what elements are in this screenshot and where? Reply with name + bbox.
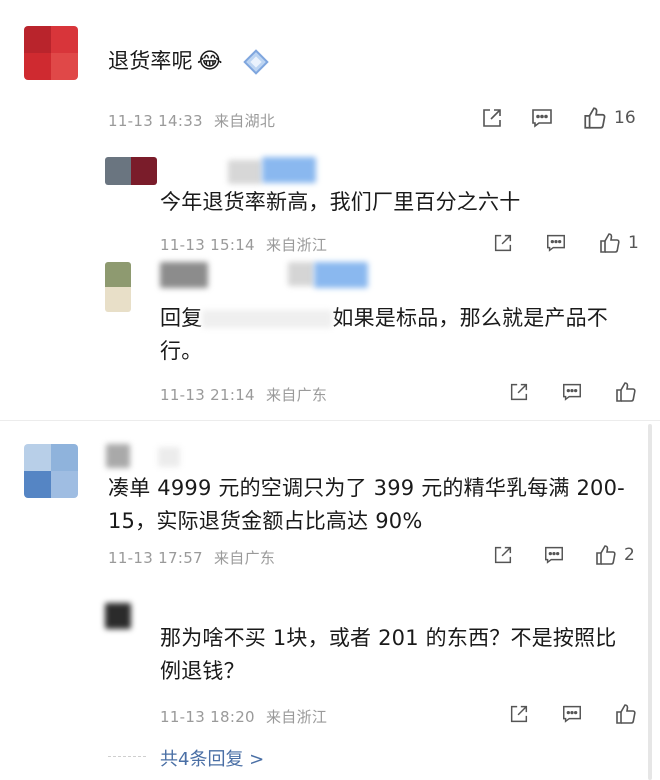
- reply-location: 来自浙江: [265, 708, 328, 726]
- comment-button[interactable]: [561, 381, 583, 403]
- comment-button[interactable]: [530, 106, 554, 130]
- share-icon: [494, 546, 512, 564]
- mention-redacted: [202, 310, 333, 328]
- username-redacted: [228, 160, 262, 184]
- comment-button[interactable]: [545, 232, 567, 254]
- comment-button[interactable]: [543, 544, 565, 566]
- share-button[interactable]: [492, 232, 514, 254]
- avatar[interactable]: [105, 262, 131, 312]
- comment-button[interactable]: [561, 703, 583, 725]
- comment-actions: 16: [480, 105, 636, 131]
- share-button[interactable]: [508, 381, 530, 403]
- comment-icon: [545, 546, 563, 564]
- reply-text: 那为啥不买 1块，或者 201 的东西？不是按照比例退钱？: [160, 626, 617, 683]
- username-redacted: [158, 447, 180, 467]
- reply-actions: [508, 702, 638, 726]
- share-icon: [483, 109, 501, 127]
- sticker-diamond-icon: [241, 47, 271, 77]
- like-count: 1: [628, 233, 639, 253]
- view-more-replies-link[interactable]: 共4条回复 >: [160, 745, 264, 771]
- thumb-up-icon: [584, 107, 606, 129]
- username-redacted: [288, 262, 314, 286]
- thumb-up-icon: [596, 545, 616, 565]
- share-button[interactable]: [508, 703, 530, 725]
- reply-text: 今年退货率新高，我们厂里百分之六十: [160, 190, 521, 214]
- comment-icon: [547, 234, 565, 252]
- comment-text: 凑单 4999 元的空调只为了 399 元的精华乳每满 200-15，实际退货金…: [108, 476, 625, 533]
- like-count: 16: [614, 108, 636, 128]
- like-button[interactable]: 16: [582, 105, 636, 131]
- comment-time: 11-13 14:33: [108, 112, 203, 130]
- reply-time: 11-13 15:14: [160, 236, 255, 254]
- share-icon: [494, 234, 512, 252]
- reply-meta: 11-13 21:14 来自广东: [160, 384, 327, 405]
- reply-time: 11-13 18:20: [160, 708, 255, 726]
- comment-body: 退货率呢: [108, 49, 193, 73]
- username-redacted: [314, 262, 368, 288]
- username-redacted: [160, 262, 208, 288]
- reply-meta: 11-13 18:20 来自浙江: [160, 706, 327, 727]
- reply-actions: 1: [492, 231, 639, 255]
- reply-location: 来自广东: [265, 386, 328, 404]
- like-button[interactable]: 1: [598, 231, 639, 255]
- reply-time: 11-13 21:14: [160, 386, 255, 404]
- share-button[interactable]: [480, 106, 504, 130]
- avatar[interactable]: [105, 603, 131, 629]
- reply-text: 回复 如果是标品，那么就是产品不行。: [160, 302, 630, 368]
- share-button[interactable]: [492, 544, 514, 566]
- reply-location: 来自浙江: [265, 236, 328, 254]
- comment-actions: 2: [492, 543, 635, 567]
- avatar[interactable]: [24, 444, 78, 498]
- reply-actions: [508, 380, 638, 404]
- reply-prefix: 回复: [160, 306, 203, 330]
- avatar[interactable]: [105, 157, 157, 185]
- comment-icon: [563, 705, 581, 723]
- username-redacted: [106, 444, 130, 468]
- comment-meta: 11-13 14:33 来自湖北: [108, 110, 275, 131]
- comment-icon: [532, 109, 552, 128]
- share-icon: [510, 705, 528, 723]
- like-count: 2: [624, 545, 635, 565]
- comment-text: 退货率呢 😂: [108, 45, 271, 78]
- comment-meta: 11-13 17:57 来自广东: [108, 547, 275, 568]
- share-icon: [510, 383, 528, 401]
- comment-divider: [0, 420, 660, 421]
- thumb-up-icon: [600, 233, 620, 253]
- more-replies-divider: [108, 756, 146, 757]
- scrollbar[interactable]: [648, 424, 652, 780]
- avatar[interactable]: [24, 26, 78, 80]
- like-button[interactable]: [614, 702, 638, 726]
- thumb-up-icon: [616, 382, 636, 402]
- reply-meta: 11-13 15:14 来自浙江: [160, 234, 327, 255]
- comment-location: 来自湖北: [213, 112, 276, 130]
- comment-time: 11-13 17:57: [108, 549, 203, 567]
- comment-location: 来自广东: [213, 549, 276, 567]
- like-button[interactable]: 2: [594, 543, 635, 567]
- like-button[interactable]: [614, 380, 638, 404]
- username-redacted: [262, 157, 316, 183]
- laughing-emoji-icon: 😂: [196, 49, 223, 74]
- comment-icon: [563, 383, 581, 401]
- thumb-up-icon: [616, 704, 636, 724]
